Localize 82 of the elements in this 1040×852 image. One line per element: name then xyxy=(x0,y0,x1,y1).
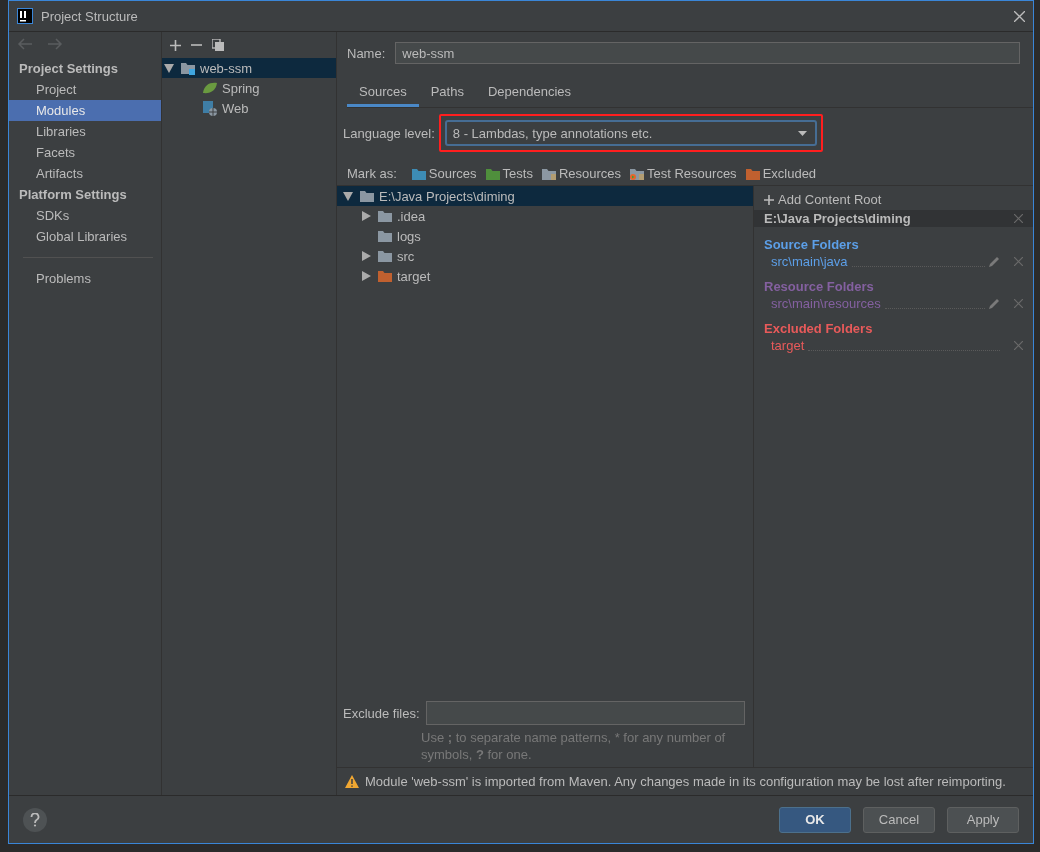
folder-icon xyxy=(629,166,646,181)
mark-as-label: Mark as: xyxy=(347,166,397,181)
folder-group-title: Excluded Folders xyxy=(763,320,874,338)
sidebar-item[interactable]: Project xyxy=(9,79,161,100)
warning-icon xyxy=(345,775,359,788)
folder-icon xyxy=(377,269,393,283)
folder-group-title: Source Folders xyxy=(763,236,860,254)
sidebar-item[interactable]: Artifacts xyxy=(9,163,161,184)
folder-tree-item[interactable]: .idea xyxy=(337,206,753,226)
content-root-path: E:\Java Projects\diming xyxy=(764,211,911,226)
window-title: Project Structure xyxy=(41,8,139,24)
remove-icon[interactable] xyxy=(1014,299,1023,308)
sidebar-item[interactable]: Facets xyxy=(9,142,161,163)
mark-as-button[interactable]: Sources xyxy=(410,166,477,181)
sidebar-item[interactable]: Modules xyxy=(9,100,161,121)
mark-as-button[interactable]: Excluded xyxy=(744,166,817,181)
caret-icon xyxy=(797,130,807,136)
app-logo-icon xyxy=(17,8,33,24)
remove-icon[interactable] xyxy=(1014,257,1023,266)
remove-icon[interactable] xyxy=(1014,214,1023,223)
folder-icon xyxy=(540,166,557,181)
folder-tree-item[interactable]: src xyxy=(337,246,753,266)
folder-icon xyxy=(359,189,375,203)
sidebar-item[interactable]: Problems xyxy=(9,268,161,289)
folder-path: src\main\java xyxy=(771,254,848,269)
add-content-root-button[interactable]: Add Content Root xyxy=(754,186,1033,210)
expand-arrow-icon[interactable] xyxy=(164,63,174,73)
tab[interactable]: Dependencies xyxy=(475,78,584,107)
sidebar-item[interactable]: Libraries xyxy=(9,121,161,142)
exclude-files-hint: Use ; to separate name patterns, * for any number of symbols, ? for one. xyxy=(420,729,727,764)
expand-arrow-icon[interactable] xyxy=(343,191,353,201)
language-level-label: Language level: xyxy=(343,125,435,141)
pencil-icon[interactable] xyxy=(989,298,1000,309)
name-label: Name: xyxy=(347,45,386,61)
warning-message: Module 'web-ssm' is imported from Maven. Any changes made in its configuration may be lost after reimporting. xyxy=(365,774,1006,789)
mark-as-button[interactable]: Resources xyxy=(540,166,622,181)
folder-icon xyxy=(484,166,501,181)
tab[interactable]: Sources xyxy=(347,78,419,107)
mark-as-button[interactable]: Tests xyxy=(484,166,533,181)
question-mark-icon xyxy=(30,812,40,827)
folder-path: src\main\resources xyxy=(771,296,881,311)
folder-icon xyxy=(744,166,761,181)
back-arrow-icon[interactable] xyxy=(17,38,33,50)
module-tree-item[interactable]: web-ssm xyxy=(162,58,336,78)
forward-arrow-icon[interactable] xyxy=(47,38,63,50)
exclude-files-field[interactable] xyxy=(425,701,745,725)
tab[interactable]: Paths xyxy=(418,78,476,107)
folder-icon xyxy=(377,249,393,263)
folder-group-title: Resource Folders xyxy=(763,278,875,296)
dialog-button[interactable]: OK xyxy=(779,806,851,833)
folder-path: target xyxy=(771,338,805,353)
section-header: Platform Settings xyxy=(18,186,128,204)
copy-icon[interactable] xyxy=(212,39,224,51)
collapse-arrow-icon[interactable] xyxy=(361,211,371,221)
web-icon xyxy=(202,100,218,116)
module-folder-icon xyxy=(180,61,196,75)
sidebar-item[interactable]: Global Libraries xyxy=(9,226,161,247)
leaf-icon xyxy=(202,81,218,95)
section-header: Project Settings xyxy=(18,60,119,78)
dialog-button[interactable]: Cancel xyxy=(863,806,935,833)
name-field[interactable]: web-ssm xyxy=(395,42,1020,64)
folder-icon xyxy=(377,209,393,223)
add-icon[interactable] xyxy=(170,39,181,51)
language-level-dropdown[interactable]: 8 - Lambdas, type annotations etc. xyxy=(444,120,817,146)
close-icon[interactable] xyxy=(1014,10,1025,22)
dialog-button[interactable]: Apply xyxy=(947,806,1019,833)
mark-as-button[interactable]: Test Resources xyxy=(629,166,737,181)
help-button[interactable] xyxy=(23,807,47,832)
module-tree-item[interactable]: Spring xyxy=(162,78,336,98)
collapse-arrow-icon[interactable] xyxy=(361,251,371,261)
module-tree-item[interactable]: Web xyxy=(162,98,336,118)
folder-icon xyxy=(410,166,427,181)
folder-icon xyxy=(377,229,393,243)
collapse-arrow-icon[interactable] xyxy=(361,271,371,281)
folder-tree-item[interactable]: logs xyxy=(337,226,753,246)
pencil-icon[interactable] xyxy=(989,256,1000,267)
folder-tree-item[interactable]: E:\Java Projects\diming xyxy=(337,186,753,206)
exclude-files-label: Exclude files: xyxy=(343,705,420,721)
remove-icon[interactable] xyxy=(1014,341,1023,350)
folder-tree-item[interactable]: target xyxy=(337,266,753,286)
add-icon xyxy=(764,194,774,205)
sidebar-item[interactable]: SDKs xyxy=(9,205,161,226)
